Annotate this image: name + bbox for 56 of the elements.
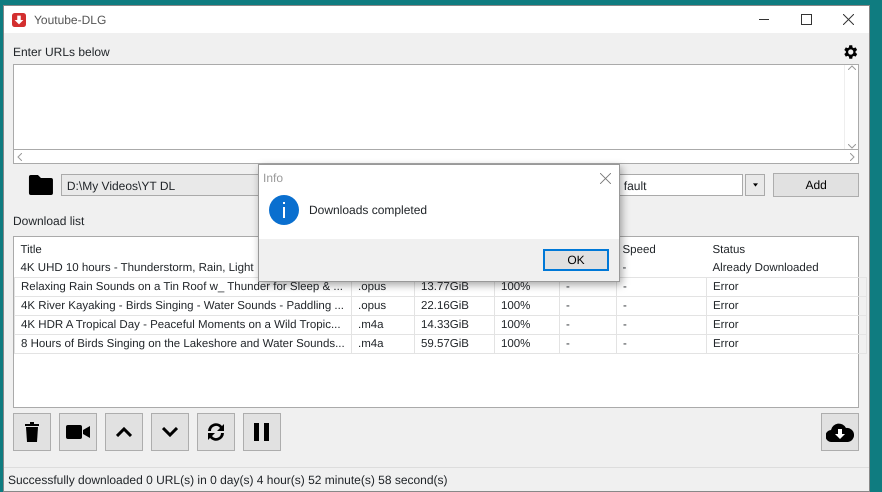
- table-cell: Already Downloaded: [706, 259, 866, 278]
- chevron-down-icon: [162, 427, 178, 437]
- table-cell: -: [560, 316, 616, 334]
- download-button[interactable]: [821, 413, 859, 451]
- add-button[interactable]: Add: [773, 173, 859, 197]
- format-dropdown[interactable]: fault: [618, 174, 744, 196]
- table-cell: .m4a: [352, 316, 414, 334]
- table-cell: -: [616, 296, 706, 316]
- column-header[interactable]: Speed: [616, 237, 706, 259]
- table-cell: 4K HDR A Tropical Day - Peaceful Moments on a Wild Tropic...: [14, 316, 352, 334]
- table-cell: Error: [706, 278, 866, 296]
- video-button[interactable]: [59, 413, 97, 451]
- pause-icon: [254, 423, 270, 441]
- table-cell: -: [616, 334, 706, 354]
- maximize-icon[interactable]: [800, 14, 812, 25]
- chevron-up-icon: [116, 427, 132, 437]
- urls-label: Enter URLs below: [13, 44, 110, 61]
- table-cell: Error: [706, 334, 866, 354]
- table-cell: 14.33GiB: [414, 316, 494, 334]
- table-cell: Error: [706, 296, 866, 316]
- pause-button[interactable]: [243, 413, 281, 451]
- caret-icon[interactable]: [752, 183, 758, 187]
- app-icon: [12, 12, 26, 26]
- table-cell: 4K UHD 10 hours - Thunderstorm, Rain, Light: [14, 259, 352, 278]
- video-camera-icon: [66, 424, 90, 440]
- download-list-label: Download list: [13, 214, 84, 228]
- dialog-message: Downloads completed: [309, 202, 428, 219]
- close-icon[interactable]: [842, 14, 854, 25]
- table-cell: -: [560, 296, 616, 316]
- trash-icon: [24, 421, 40, 443]
- table-cell: -: [560, 334, 616, 354]
- table-cell: .m4a: [352, 334, 414, 354]
- table-cell: 100%: [494, 316, 560, 334]
- scroll-right-icon[interactable]: [850, 152, 855, 160]
- table-cell: 100%: [494, 296, 560, 316]
- status-text: Successfully downloaded 0 URL(s) in 0 day(s) 4 hour(s) 52 minute(s) 58 second(s): [8, 472, 448, 488]
- cloud-download-icon: [826, 422, 854, 442]
- column-header[interactable]: Status: [706, 237, 866, 259]
- ok-button[interactable]: OK: [543, 249, 609, 271]
- reload-button[interactable]: [197, 413, 235, 451]
- folder-icon[interactable]: [27, 174, 55, 196]
- table-cell: 59.57GiB: [414, 334, 494, 354]
- table-cell: .opus: [352, 296, 414, 316]
- table-cell: 22.16GiB: [414, 296, 494, 316]
- table-cell: 100%: [494, 334, 560, 354]
- delete-button[interactable]: [13, 413, 51, 451]
- window-title: Youtube-DLG: [34, 12, 106, 28]
- table-cell: -: [616, 259, 706, 278]
- move-down-button[interactable]: [151, 413, 189, 451]
- table-cell: 8 Hours of Birds Singing on the Lakeshore and Water Sounds...: [14, 334, 352, 354]
- table-cell: -: [616, 316, 706, 334]
- info-icon: [269, 195, 299, 225]
- table-cell: Error: [706, 316, 866, 334]
- move-up-button[interactable]: [105, 413, 143, 451]
- table-cell: 4K River Kayaking - Birds Singing - Water Sounds - Paddling ...: [14, 296, 352, 316]
- scroll-left-icon[interactable]: [17, 152, 22, 160]
